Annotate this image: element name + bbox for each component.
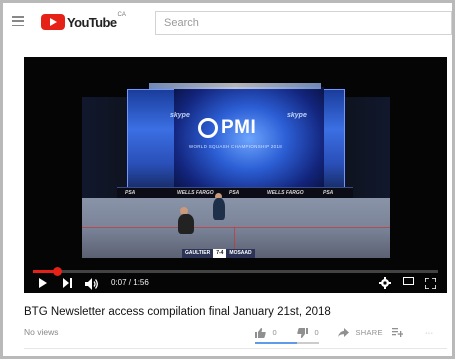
progress-bar[interactable] [33, 267, 438, 276]
hamburger-menu-icon[interactable] [12, 16, 24, 27]
sentiment-like-fill [255, 342, 297, 344]
thumbs-down-icon [297, 327, 308, 338]
scorebug: GAULTIER 7-4 MOSAAD [182, 249, 255, 258]
video-title: BTG Newsletter access compilation final … [24, 306, 331, 318]
next-icon[interactable] [63, 278, 73, 288]
player-controls: 0:07 / 1:56 [24, 275, 447, 293]
add-to-playlist-icon [392, 328, 404, 338]
add-to-playlist-button[interactable] [392, 324, 404, 338]
search-input[interactable] [156, 12, 451, 34]
championship-text: WORLD SQUASH CHAMPIONSHIP 2018 [188, 144, 283, 149]
youtube-play-logo-icon [41, 14, 65, 30]
scorebug-player-one: GAULTIER [182, 249, 214, 258]
logo-text: YouTube [67, 14, 117, 30]
more-actions-button[interactable]: ··· [423, 324, 433, 338]
divider [24, 348, 447, 349]
wall-brand: PMI [198, 117, 256, 139]
sentiment-bar [255, 342, 319, 344]
court-line [82, 227, 390, 228]
brand-text: PMI [221, 117, 257, 138]
view-count: No views [24, 327, 59, 337]
fullscreen-icon[interactable] [424, 276, 437, 290]
court-light-rig [149, 83, 321, 89]
sponsor-logo-left: skype [170, 112, 190, 119]
thumbs-up-icon [255, 327, 266, 338]
time-display: 0:07 / 1:56 [111, 278, 149, 287]
gear-icon[interactable] [379, 276, 391, 289]
like-count: 0 [272, 328, 277, 338]
dislike-count: 0 [314, 328, 319, 338]
more-icon: ··· [425, 328, 434, 338]
brand-ring-icon [198, 118, 218, 138]
scorebug-score: 7-4 [213, 249, 227, 258]
board-text: PSA [229, 190, 240, 196]
theater-mode-icon[interactable] [403, 277, 414, 285]
share-button[interactable]: SHARE [338, 324, 383, 338]
video-player[interactable]: skype skype PMI WORLD SQUASH CHAMPIONSHI… [24, 57, 447, 293]
board-text: PSA [125, 190, 136, 196]
share-label: SHARE [355, 328, 383, 338]
youtube-logo[interactable]: YouTube CA [41, 12, 126, 31]
scorebug-player-two: MOSAAD [226, 249, 255, 258]
share-arrow-icon [338, 328, 349, 338]
dislike-button[interactable]: 0 [297, 324, 319, 338]
masthead: YouTube CA [3, 3, 452, 43]
player-two-figure [213, 198, 225, 220]
board-text: WELLS FARGO [267, 190, 304, 196]
player-one-figure [178, 214, 194, 234]
search-box[interactable] [155, 11, 452, 35]
board-text: WELLS FARGO [177, 190, 214, 196]
sponsor-logo-right: skype [287, 112, 307, 119]
volume-icon[interactable] [85, 277, 99, 290]
youtube-window: YouTube CA skype skype PMI WORLD SQUASH … [3, 3, 452, 356]
board-text: PSA [323, 190, 334, 196]
play-icon[interactable] [39, 278, 47, 288]
like-button[interactable]: 0 [255, 324, 277, 338]
logo-region: CA [117, 12, 126, 18]
